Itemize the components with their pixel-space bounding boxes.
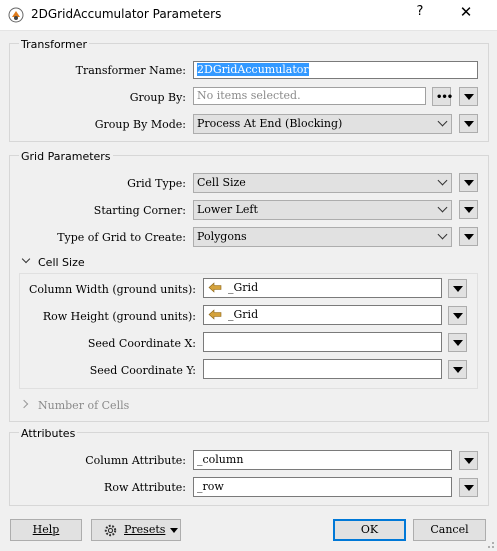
- group-by-label: Group By:: [129, 91, 186, 104]
- row-attribute-label: Row Attribute:: [104, 481, 186, 494]
- column-width-input[interactable]: _Grid: [203, 278, 442, 298]
- group-by-menu-button[interactable]: [459, 87, 478, 106]
- caret-down-icon: [170, 528, 178, 533]
- dropdown-arrow-icon: [453, 367, 463, 373]
- grid-type-value: Cell Size: [197, 176, 246, 189]
- grid-type-select[interactable]: Cell Size: [193, 173, 452, 193]
- number-of-cells-title: Number of Cells: [38, 399, 130, 412]
- starting-corner-select[interactable]: Lower Left: [193, 200, 452, 220]
- transformer-group-title: Transformer: [19, 38, 90, 51]
- column-attribute-input[interactable]: _column: [193, 450, 452, 470]
- column-attribute-label: Column Attribute:: [85, 454, 186, 467]
- dropdown-arrow-icon: [453, 313, 463, 319]
- ok-button[interactable]: OK: [333, 519, 406, 541]
- row-height-label: Row Height (ground units):: [42, 310, 196, 323]
- dropdown-arrow-icon: [464, 121, 474, 127]
- grid-type-label: Grid Type:: [127, 177, 186, 190]
- row-attribute-menu-button[interactable]: [459, 478, 478, 497]
- attributes-group-title: Attributes: [19, 427, 78, 440]
- chevron-down-icon: [437, 229, 448, 240]
- seed-x-input[interactable]: [203, 332, 442, 352]
- group-by-mode-menu-button[interactable]: [459, 114, 478, 133]
- group-by-mode-select[interactable]: Process At End (Blocking): [193, 114, 452, 134]
- group-by-mode-value: Process At End (Blocking): [197, 117, 343, 130]
- dropdown-arrow-icon: [464, 234, 474, 240]
- window-title: 2DGridAccumulator Parameters: [31, 7, 222, 21]
- cell-size-toggle[interactable]: Cell Size: [20, 254, 140, 271]
- chevron-down-icon: [437, 175, 448, 186]
- title-bar: 2DGridAccumulator Parameters ? ✕: [0, 0, 497, 31]
- seed-y-input[interactable]: [203, 359, 442, 379]
- starting-corner-value: Lower Left: [197, 203, 258, 216]
- column-attribute-menu-button[interactable]: [459, 451, 478, 470]
- row-height-menu-button[interactable]: [448, 306, 467, 325]
- ok-button-label: OK: [360, 523, 379, 536]
- attribute-arrow-icon: [208, 309, 222, 320]
- close-icon[interactable]: ✕: [456, 3, 476, 21]
- seed-x-menu-button[interactable]: [448, 333, 467, 352]
- dropdown-arrow-icon: [464, 180, 474, 186]
- dropdown-arrow-icon: [464, 458, 474, 464]
- column-width-value: _Grid: [228, 281, 259, 294]
- grid-parameters-group-title: Grid Parameters: [19, 150, 113, 163]
- starting-corner-menu-button[interactable]: [459, 200, 478, 219]
- presets-button[interactable]: Presets: [91, 519, 181, 541]
- grid-create-label: Type of Grid to Create:: [57, 231, 186, 244]
- help-button-label: Help: [32, 523, 60, 536]
- group-by-ellipsis-button[interactable]: •••: [432, 87, 453, 106]
- chevron-down-icon: [437, 116, 448, 127]
- seed-y-label: Seed Coordinate Y:: [89, 364, 196, 377]
- presets-button-label: Presets: [124, 523, 166, 536]
- number-of-cells-toggle[interactable]: Number of Cells: [19, 398, 160, 414]
- row-height-value: _Grid: [228, 308, 259, 321]
- dropdown-arrow-icon: [464, 207, 474, 213]
- grid-create-select[interactable]: Polygons: [193, 227, 452, 247]
- column-width-menu-button[interactable]: [448, 279, 467, 298]
- attribute-arrow-icon: [208, 282, 222, 293]
- grid-type-menu-button[interactable]: [459, 173, 478, 192]
- transformer-name-input[interactable]: 2DGridAccumulator: [193, 61, 478, 79]
- seed-y-menu-button[interactable]: [448, 360, 467, 379]
- transformer-name-value: 2DGridAccumulator: [197, 63, 309, 76]
- chevron-right-icon: [19, 399, 29, 409]
- group-by-mode-label: Group By Mode:: [94, 118, 186, 131]
- ellipsis-icon: •••: [436, 92, 453, 103]
- grid-create-menu-button[interactable]: [459, 227, 478, 246]
- dropdown-arrow-icon: [464, 94, 474, 100]
- chevron-down-icon: [437, 202, 448, 213]
- grid-create-value: Polygons: [197, 230, 247, 243]
- dropdown-arrow-icon: [464, 485, 474, 491]
- dropdown-arrow-icon: [453, 340, 463, 346]
- seed-x-label: Seed Coordinate X:: [87, 337, 196, 350]
- resize-grip-icon[interactable]: [485, 539, 495, 549]
- chevron-down-icon: [21, 254, 31, 264]
- row-attribute-input[interactable]: _row: [193, 477, 452, 497]
- cancel-button-label: Cancel: [430, 523, 469, 536]
- cell-size-title: Cell Size: [38, 256, 85, 269]
- transformer-name-label: Transformer Name:: [75, 64, 186, 77]
- starting-corner-label: Starting Corner:: [93, 204, 186, 217]
- group-by-input[interactable]: No items selected.: [193, 87, 426, 105]
- help-icon[interactable]: ?: [412, 4, 428, 19]
- help-button[interactable]: Help: [10, 519, 82, 541]
- column-width-label: Column Width (ground units):: [29, 283, 196, 296]
- gear-icon: [104, 524, 117, 537]
- row-height-input[interactable]: _Grid: [203, 305, 442, 325]
- dropdown-arrow-icon: [453, 286, 463, 292]
- cancel-button[interactable]: Cancel: [413, 519, 486, 541]
- fme-transformer-icon: [8, 7, 24, 23]
